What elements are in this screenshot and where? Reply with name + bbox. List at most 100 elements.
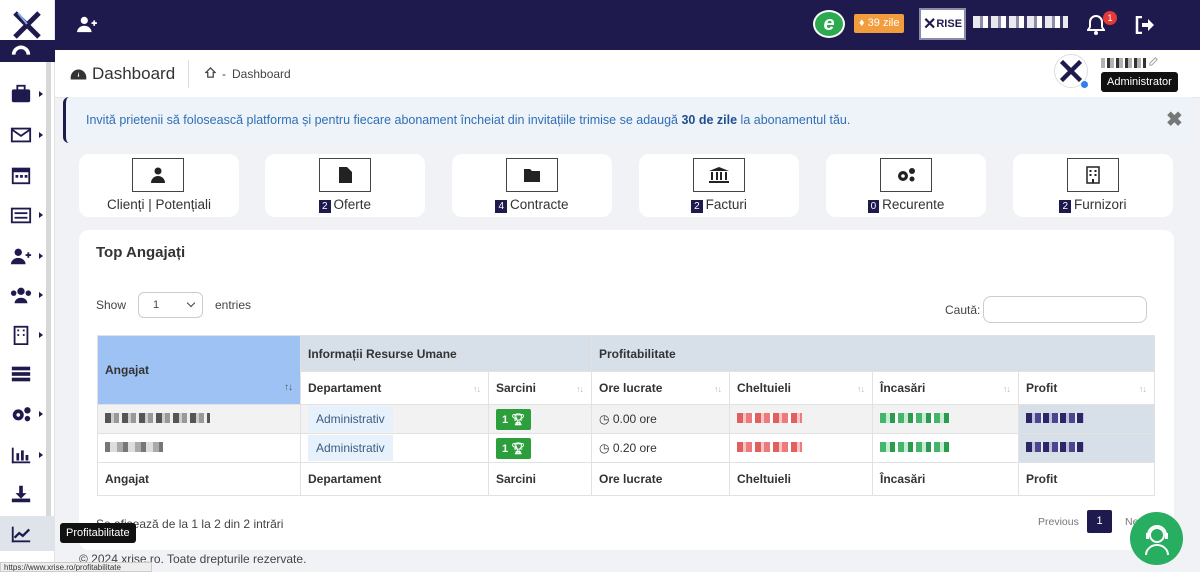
sidebar-item-users[interactable] [0,279,55,311]
sidebar-item-mail[interactable] [0,119,55,151]
sort-icon: ↑↓ [1003,384,1011,394]
sidebar-tooltip: Profitabilitate [60,523,136,543]
card-oferte[interactable]: 2 Oferte [265,154,425,217]
company-name-redacted [973,16,1068,28]
building-icon [1067,158,1119,192]
income-redacted [872,404,1019,434]
profit-redacted [1018,404,1155,434]
company-logo[interactable]: ✕ RISE [919,8,966,40]
card-label: 2 Facturi [639,197,799,213]
invite-alert: Invită prietenii să folosească platforma… [63,97,1191,143]
sidebar-item-building[interactable] [0,319,55,351]
notifications-count-badge: 1 [1103,11,1117,25]
profit-redacted [1018,433,1155,463]
sidebar-item-reports[interactable] [0,439,55,471]
support-chat-button[interactable] [1130,512,1183,565]
sort-icon: ↑↓ [857,384,865,394]
expenses-redacted [729,433,873,463]
sign-out-icon [1135,15,1154,35]
card-furnizori[interactable]: 2 Furnizori [1013,154,1173,217]
expenses-redacted [729,404,873,434]
search-label: Caută: [945,303,981,317]
show-label: Show [96,298,127,312]
col-incasari[interactable]: Încasări ↑↓ [872,371,1019,405]
department-cell: Administrativ [300,404,489,434]
sidebar-item-add-user[interactable] [0,240,55,272]
page-title: Dashboard [70,64,175,84]
col-angajat[interactable]: Angajat ↑↓ [97,335,301,405]
user-plus-icon [77,16,97,33]
invite-alert-message: Invită prietenii să folosească platforma… [86,113,851,127]
col-cheltuieli[interactable]: Cheltuieli ↑↓ [729,371,873,405]
trophy-icon: 🏆︎ [511,442,526,455]
gauge-icon [11,45,31,55]
sort-icon: ↑↓ [576,384,584,394]
card-label: 4 Contracte [452,197,612,213]
entries-select[interactable]: 1 [138,292,203,318]
cogs-icon [880,158,932,192]
income-redacted [872,433,1019,463]
card-contracte[interactable]: 4 Contracte [452,154,612,217]
table-footer: Angajat Departament Sarcini Ore lucrate … [97,462,1155,496]
topbar: e ♦ 39 zile ✕ RISE 1 [55,0,1200,50]
search-input[interactable] [983,296,1147,323]
card-label: 0 Recurente [826,197,986,213]
edit-profile-button[interactable] [1148,55,1159,70]
breadcrumb-current[interactable]: Dashboard [232,67,291,81]
user-name-redacted [1101,58,1146,68]
pagination-previous[interactable]: Previous [1038,516,1079,528]
hours-cell: ◷ 0.20 ore [591,433,730,463]
file-icon [319,158,371,192]
sidebar-item-download[interactable] [0,478,55,510]
cogs-icon [12,407,31,422]
list-icon [10,207,32,224]
xrise-logo-icon [13,11,41,39]
col-departament[interactable]: Departament ↑↓ [300,371,489,405]
col-ore-lucrate[interactable]: Ore lucrate ↑↓ [591,371,730,405]
tasks-badge[interactable]: 1 🏆︎ [496,437,532,459]
tasks-cell: 1 🏆︎ [488,404,592,434]
folder-icon [506,158,558,192]
building-icon [13,325,29,345]
pagination-page-1[interactable]: 1 [1087,510,1112,533]
breadcrumb-bar: Dashboard - Dashboard [55,50,1200,98]
sidebar-item-briefcase[interactable] [0,78,55,110]
add-user-button[interactable] [75,15,99,36]
card-recurente[interactable]: 0 Recurente [826,154,986,217]
sort-icon: ↑↓ [714,384,722,394]
user-plus-icon [10,248,32,265]
gauge-icon [70,69,87,79]
sidebar-item-settings[interactable] [0,398,55,430]
calendar-icon [11,167,31,185]
card-clienti[interactable]: Clienți | Potențiali [79,154,239,217]
home-icon[interactable] [204,67,217,81]
line-chart-icon [11,526,31,542]
e-factura-logo[interactable]: e [813,10,845,38]
employees-table: Angajat ↑↓ Informații Resurse Umane Profi… [97,335,1155,496]
clock-icon: ◷ [599,412,613,426]
department-cell: Administrativ [300,433,489,463]
trophy-icon: 🏆︎ [511,413,526,426]
col-profit[interactable]: Profit ↑↓ [1018,371,1155,405]
sidebar-item-calendar[interactable] [0,159,55,191]
tasks-badge[interactable]: 1 🏆︎ [496,408,532,430]
edit-icon [1149,57,1158,66]
alert-close-button[interactable]: ✖ [1166,107,1183,132]
logout-button[interactable] [1135,15,1155,37]
sidebar-item-profitabilitate[interactable] [0,516,55,551]
online-status-dot [1081,81,1088,88]
group-header-profit: Profitabilitate [591,335,1155,372]
card-label: Clienți | Potențiali [106,197,212,212]
subscription-days-badge[interactable]: ♦ 39 zile [854,14,905,33]
sidebar-item-servers[interactable] [0,358,55,390]
title-divider [188,60,189,88]
breadcrumb: - Dashboard [204,67,291,81]
users-icon [10,287,32,304]
entries-label: entries [215,298,252,312]
status-url: https://www.xrise.ro/profitabilitate [0,562,152,572]
sidebar-item-dashboard[interactable] [0,40,55,62]
card-facturi[interactable]: 2 Facturi [639,154,799,217]
sidebar-item-list[interactable] [0,199,55,231]
col-sarcini[interactable]: Sarcini ↑↓ [488,371,592,405]
top-employees-panel: Top Angajați Show 1 entries Caută: Angaj… [79,230,1174,550]
